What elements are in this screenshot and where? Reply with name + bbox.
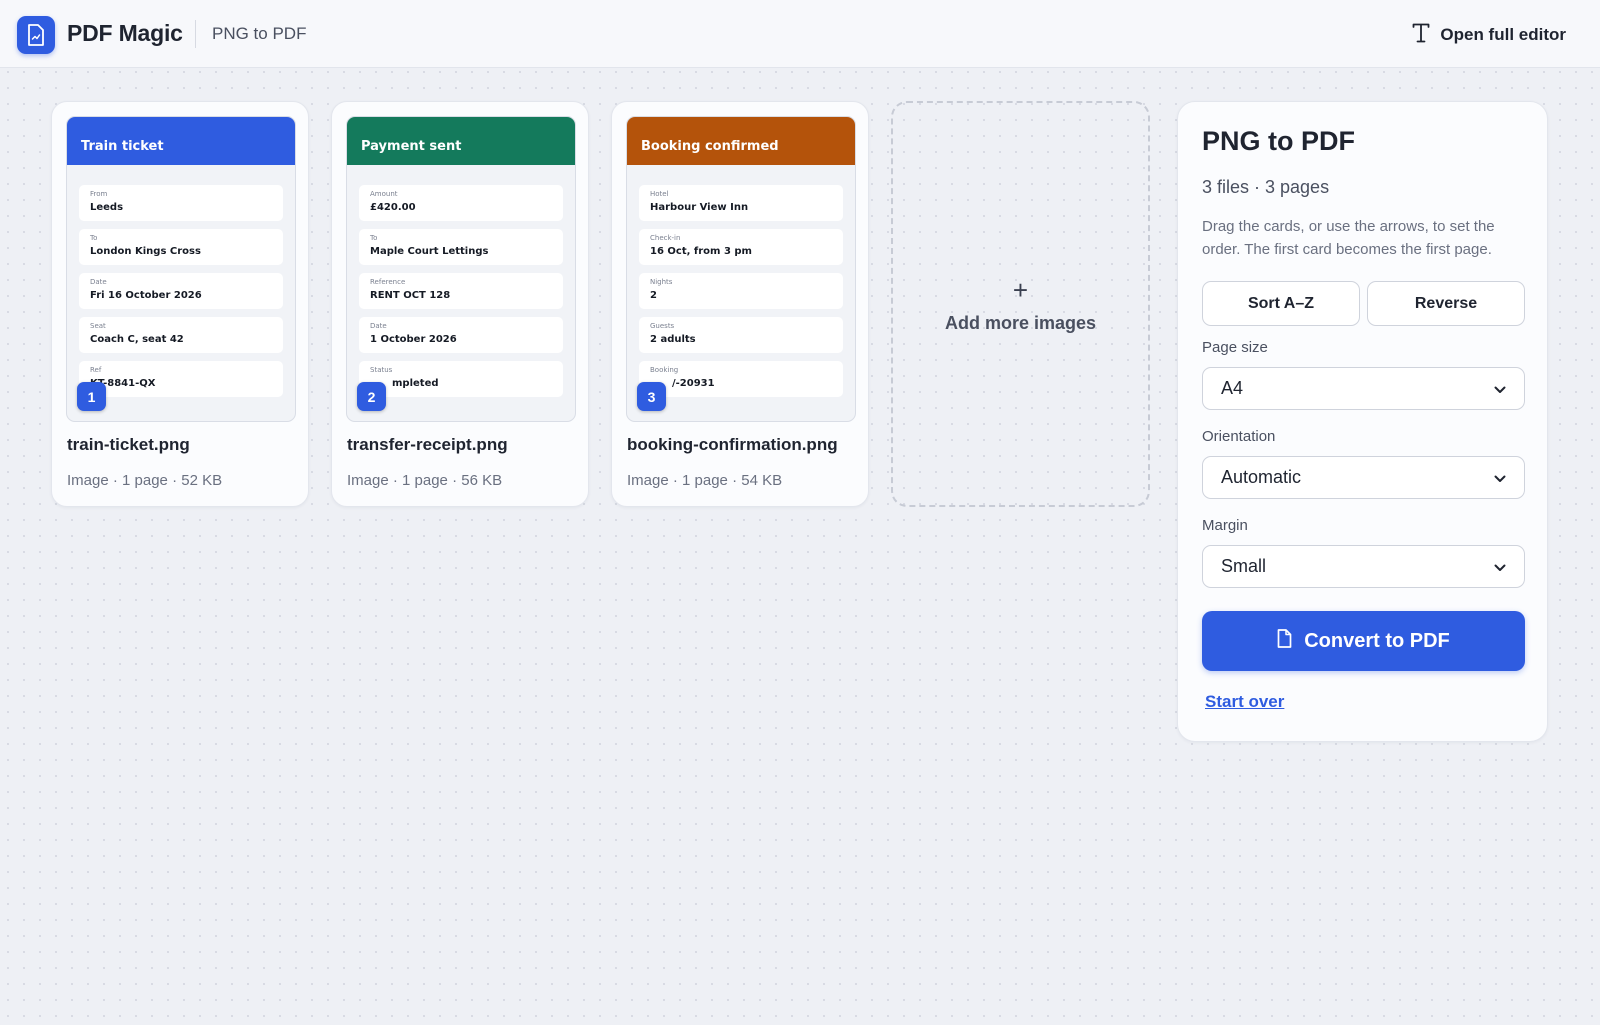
file-thumbnail: Payment sent Amount £420.00 To Maple Court…: [346, 116, 576, 422]
reverse-button[interactable]: Reverse: [1367, 281, 1525, 326]
file-meta: Image · 1 page · 56 KB: [347, 472, 503, 489]
top-bar: PDF Magic PNG to PDF Open full editor: [0, 0, 1600, 68]
plus-icon: +: [1012, 275, 1029, 305]
thumbnail-field: Date 1 October 2026: [359, 317, 563, 353]
thumbnail-field: Status mpleted: [359, 361, 563, 397]
thumbnail-field: Hotel Harbour View Inn: [639, 185, 843, 221]
thumbnail-field: Nights 2: [639, 273, 843, 309]
thumbnail-field: Seat Coach C, seat 42: [79, 317, 283, 353]
thumbnail-field: Date Fri 16 October 2026: [79, 273, 283, 309]
file-name: train-ticket.png: [67, 435, 190, 454]
header-divider: [195, 20, 196, 48]
thumbnail-field: Booking/-20931: [639, 361, 843, 397]
tool-subtitle: PNG to PDF: [212, 24, 307, 43]
file-meta: Image · 1 page · 54 KB: [627, 472, 783, 489]
orientation-value: Automatic: [1221, 467, 1302, 487]
thumbnail-title: Booking confirmed: [627, 117, 855, 165]
file-meta: Image · 1 page · 52 KB: [67, 472, 223, 489]
page-size-value: A4: [1221, 378, 1244, 398]
margin-select[interactable]: Small: [1202, 545, 1525, 588]
page-size-select[interactable]: A4: [1202, 367, 1525, 410]
margin-label: Margin: [1202, 517, 1248, 534]
orientation-label: Orientation: [1202, 428, 1276, 445]
thumbnail-title: Train ticket: [67, 117, 295, 165]
thumbnail-field: From Leeds: [79, 185, 283, 221]
thumbnail-field: Ref KT-8841-QX: [79, 361, 283, 397]
sort-a-z-button[interactable]: Sort A–Z: [1202, 281, 1360, 326]
page-order-badge: 2: [357, 382, 386, 411]
conversion-settings-panel: PNG to PDF 3 files · 3 pages Drag the ca…: [1177, 101, 1548, 742]
file-card-booking-confirmation[interactable]: Booking confirmed Hotel Harbour View Inn …: [611, 101, 869, 507]
text-tool-icon: [1412, 23, 1430, 48]
open-full-editor-label: Open full editor: [1440, 25, 1566, 44]
file-thumbnail: Booking confirmed Hotel Harbour View Inn …: [626, 116, 856, 422]
orientation-select[interactable]: Automatic: [1202, 456, 1525, 499]
panel-title: PNG to PDF: [1202, 126, 1355, 156]
thumbnail-field: To Maple Court Lettings: [359, 229, 563, 265]
thumbnail-field: Check-in 16 Oct, from 3 pm: [639, 229, 843, 265]
file-name: booking-confirmation.png: [627, 435, 838, 454]
pdf-file-icon[interactable]: [17, 16, 55, 54]
page-order-badge: 3: [637, 382, 666, 411]
document-icon: [1277, 628, 1292, 654]
thumbnail-field: Reference RENT OCT 128: [359, 273, 563, 309]
page-size-label: Page size: [1202, 339, 1268, 356]
start-over-link[interactable]: Start over: [1205, 692, 1284, 712]
chevron-down-icon: [1494, 467, 1506, 488]
add-more-images-label: Add more images: [944, 313, 1097, 333]
margin-value: Small: [1221, 556, 1267, 576]
thumbnail-field: To London Kings Cross: [79, 229, 283, 265]
thumbnail-title: Payment sent: [347, 117, 575, 165]
thumbnail-field: Guests 2 adults: [639, 317, 843, 353]
file-thumbnail: Train ticket From Leeds To London Kings Cr…: [66, 116, 296, 422]
convert-to-pdf-label: Convert to PDF: [1304, 629, 1450, 652]
thumbnail-field: Amount £420.00: [359, 185, 563, 221]
open-full-editor-button[interactable]: Open full editor: [1412, 20, 1566, 50]
convert-to-pdf-button[interactable]: Convert to PDF: [1202, 611, 1525, 671]
file-page-count: 3 files · 3 pages: [1202, 177, 1330, 197]
chevron-down-icon: [1494, 378, 1506, 399]
file-card-transfer-receipt[interactable]: Payment sent Amount £420.00 To Maple Court…: [331, 101, 589, 507]
chevron-down-icon: [1494, 556, 1506, 577]
ordering-help-text: Drag the cards, or use the arrows, to se…: [1202, 218, 1495, 258]
file-name: transfer-receipt.png: [347, 435, 508, 454]
brand-name: PDF Magic: [67, 20, 183, 46]
add-more-images-dropzone[interactable]: + Add more images: [891, 101, 1150, 507]
page-order-badge: 1: [77, 382, 106, 411]
file-card-train-ticket[interactable]: Train ticket From Leeds To London Kings Cr…: [51, 101, 309, 507]
